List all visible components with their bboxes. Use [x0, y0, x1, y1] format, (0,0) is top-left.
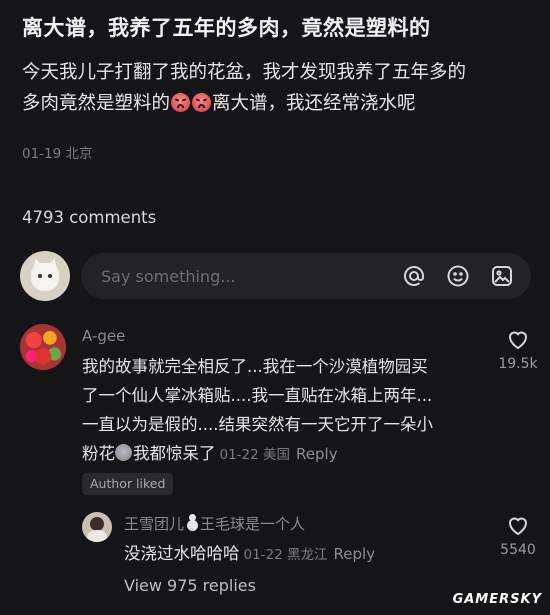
reply-author-name: 王雪团儿	[124, 515, 185, 533]
post-body: 今天我儿子打翻了我的花盆，我才发现我养了五年多的 多肉竟然是塑料的 离大谱，我还经…	[22, 57, 532, 119]
angry-face-emoji-icon	[192, 93, 212, 112]
reply-reply-button[interactable]: Reply	[334, 545, 376, 563]
reply-like-count: 5540	[500, 542, 536, 558]
comment-reply-button[interactable]: Reply	[296, 445, 338, 463]
reply-author-avatar[interactable]	[82, 512, 112, 542]
watermark-logo: GAMERSKY	[452, 592, 542, 607]
reply-author[interactable]: 王雪团儿 王毛球是一个人	[124, 513, 305, 534]
post-date-location: 01-19 北京	[22, 146, 93, 162]
reply-like-icon[interactable]	[506, 514, 530, 536]
post-body-line-1: 今天我儿子打翻了我的花盆，我才发现我养了五年多的	[22, 62, 467, 83]
reply-text: 没浇过水哈哈哈	[124, 544, 240, 563]
comment-like-icon[interactable]	[506, 328, 530, 350]
comment-body: 我的故事就完全相反了...我在一个沙漠植物园买 了一个仙人掌冰箱贴....我一直…	[82, 352, 482, 470]
snowman-icon	[186, 514, 199, 532]
post-body-text-a: 多肉竟然是塑料的	[22, 93, 171, 114]
comments-count: 4793 comments	[22, 208, 157, 227]
comment-line: 一直以为是假的....结果突然有一天它开了一朵小	[82, 415, 433, 434]
post-title: 离大谱，我养了五年的多肉，竟然是塑料的	[22, 16, 431, 40]
comment-compose-box[interactable]	[81, 253, 531, 299]
view-replies-button[interactable]: View 975 replies	[124, 576, 256, 595]
comment-page: 离大谱，我养了五年的多肉，竟然是塑料的 今天我儿子打翻了我的花盆，我才发现我养了…	[0, 0, 550, 615]
reply-body: 没浇过水哈哈哈 01-22 黑龙江 Reply	[124, 540, 375, 564]
commenter-avatar[interactable]	[20, 324, 66, 370]
dog-emoji-icon	[115, 444, 132, 461]
angry-face-emoji-icon	[171, 93, 191, 112]
image-icon[interactable]	[490, 264, 514, 288]
comment-text-b: 我都惊呆了	[133, 444, 216, 463]
comment-input[interactable]	[101, 253, 391, 299]
post-body-text-b: 离大谱，我还经常浇水呢	[212, 93, 416, 114]
comment-line: 我的故事就完全相反了...我在一个沙漠植物园买	[82, 357, 428, 376]
comment-line: 粉花 我都惊呆了 01-22 美国 Reply	[82, 439, 482, 470]
reply-date-location: 01-22 黑龙江	[243, 547, 328, 563]
reply-to-name: 王毛球是一个人	[200, 515, 306, 533]
comment-line: 了一个仙人掌冰箱贴....我一直贴在冰箱上两年...	[82, 386, 433, 405]
emoji-icon[interactable]	[446, 264, 470, 288]
comment-text-a: 粉花	[82, 444, 115, 463]
comment-like-count: 19.5k	[498, 356, 538, 372]
comment-author[interactable]: A-gee	[82, 327, 125, 345]
post-body-line-2: 多肉竟然是塑料的 离大谱，我还经常浇水呢	[22, 88, 532, 119]
current-user-avatar	[20, 251, 70, 301]
at-icon[interactable]	[402, 264, 426, 288]
comment-date-location: 01-22 美国	[219, 447, 291, 463]
author-liked-badge: Author liked	[82, 473, 174, 495]
